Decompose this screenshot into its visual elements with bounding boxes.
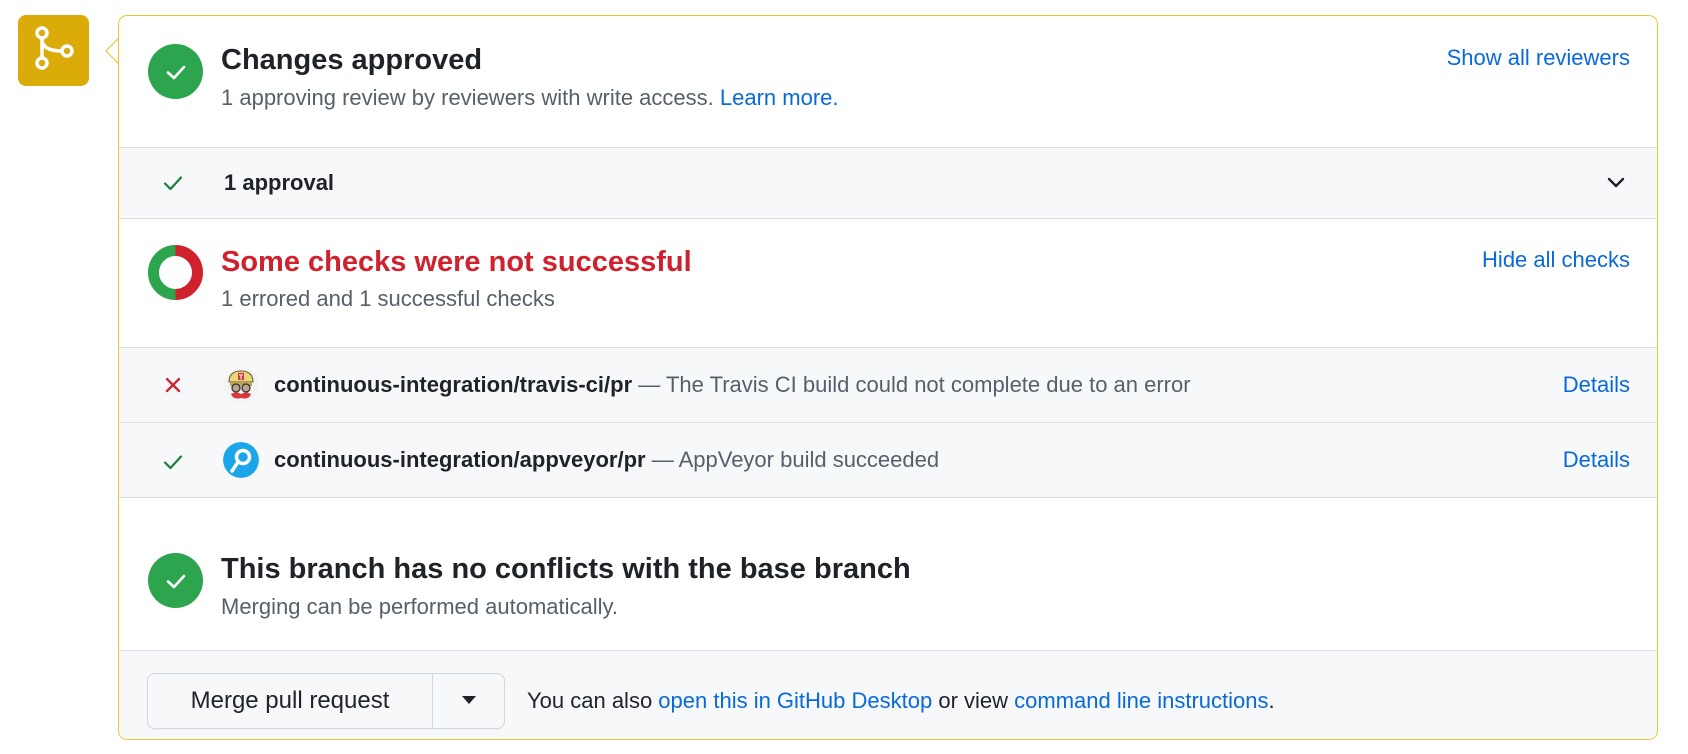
approval-count: 1 approval [224, 170, 335, 195]
chevron-down-icon[interactable] [1605, 171, 1627, 198]
details-link-appveyor[interactable]: Details [1563, 447, 1630, 473]
checks-title: Some checks were not successful [221, 246, 692, 278]
approval-row[interactable]: 1 approval [119, 147, 1657, 218]
check-name: continuous-integration/travis-ci/pr [274, 372, 633, 397]
reviews-title: Changes approved [221, 44, 483, 76]
git-merge-icon [31, 25, 77, 76]
hide-all-checks-link[interactable]: Hide all checks [1482, 247, 1630, 273]
check-item-appveyor: continuous-integration/appveyor/pr — App… [119, 422, 1657, 497]
appveyor-avatar [223, 442, 259, 478]
footer-text-suffix: . [1268, 688, 1275, 713]
learn-more-link[interactable]: Learn more. [720, 85, 839, 110]
alternative-merge-text: You can also open this in GitHub Desktop… [527, 688, 1275, 714]
check-name: continuous-integration/appveyor/pr [274, 447, 646, 472]
donut-segment-successful [148, 245, 176, 300]
merge-box: Changes approved 1 approving review by r… [118, 15, 1658, 740]
reviews-subtitle-text: 1 approving review by reviewers with wri… [221, 85, 714, 110]
checks-donut-chart [148, 245, 203, 300]
donut-segment-errored [175, 245, 203, 300]
check-item-travis: T continuous-integration/travis-ci/pr — … [119, 347, 1657, 422]
merge-method-dropdown-button[interactable] [433, 674, 504, 728]
check-icon [161, 450, 185, 474]
conflicts-section: This branch has no conflicts with the ba… [119, 497, 1657, 650]
reviews-section: Changes approved 1 approving review by r… [119, 16, 1657, 147]
travis-ci-avatar: T [223, 367, 259, 403]
merge-button-group: Merge pull request [147, 673, 505, 729]
triangle-down-icon [461, 692, 477, 710]
svg-text:T: T [239, 375, 244, 382]
merge-status-badge [18, 15, 89, 86]
show-all-reviewers-link[interactable]: Show all reviewers [1447, 45, 1630, 71]
check-separator: — [632, 372, 666, 397]
checks-subtitle: 1 errored and 1 successful checks [221, 286, 555, 311]
conflicts-subtitle: Merging can be performed automatically. [221, 594, 619, 619]
check-icon [161, 171, 185, 195]
merge-pull-request-button[interactable]: Merge pull request [148, 674, 433, 728]
check-label-appveyor: continuous-integration/appveyor/pr — App… [274, 447, 939, 473]
footer-text-middle: or view [932, 688, 1015, 713]
merge-footer: Merge pull request You can also open thi… [119, 650, 1657, 739]
command-line-instructions-link[interactable]: command line instructions [1014, 688, 1268, 713]
reviews-subtitle: 1 approving review by reviewers with wri… [221, 85, 839, 111]
check-description: AppVeyor build succeeded [678, 447, 940, 472]
footer-text-prefix: You can also [527, 688, 659, 713]
check-circle-icon [148, 553, 203, 608]
check-label-travis: continuous-integration/travis-ci/pr — Th… [274, 372, 1191, 398]
conflicts-title: This branch has no conflicts with the ba… [221, 553, 911, 585]
x-icon [161, 373, 185, 397]
open-in-github-desktop-link[interactable]: open this in GitHub Desktop [658, 688, 932, 713]
checks-section: Some checks were not successful 1 errore… [119, 218, 1657, 347]
check-circle-icon [148, 44, 203, 99]
checks-donut-icon [148, 245, 203, 300]
details-link-travis[interactable]: Details [1563, 372, 1630, 398]
check-separator: — [645, 447, 679, 472]
check-description: The Travis CI build could not complete d… [665, 372, 1191, 397]
